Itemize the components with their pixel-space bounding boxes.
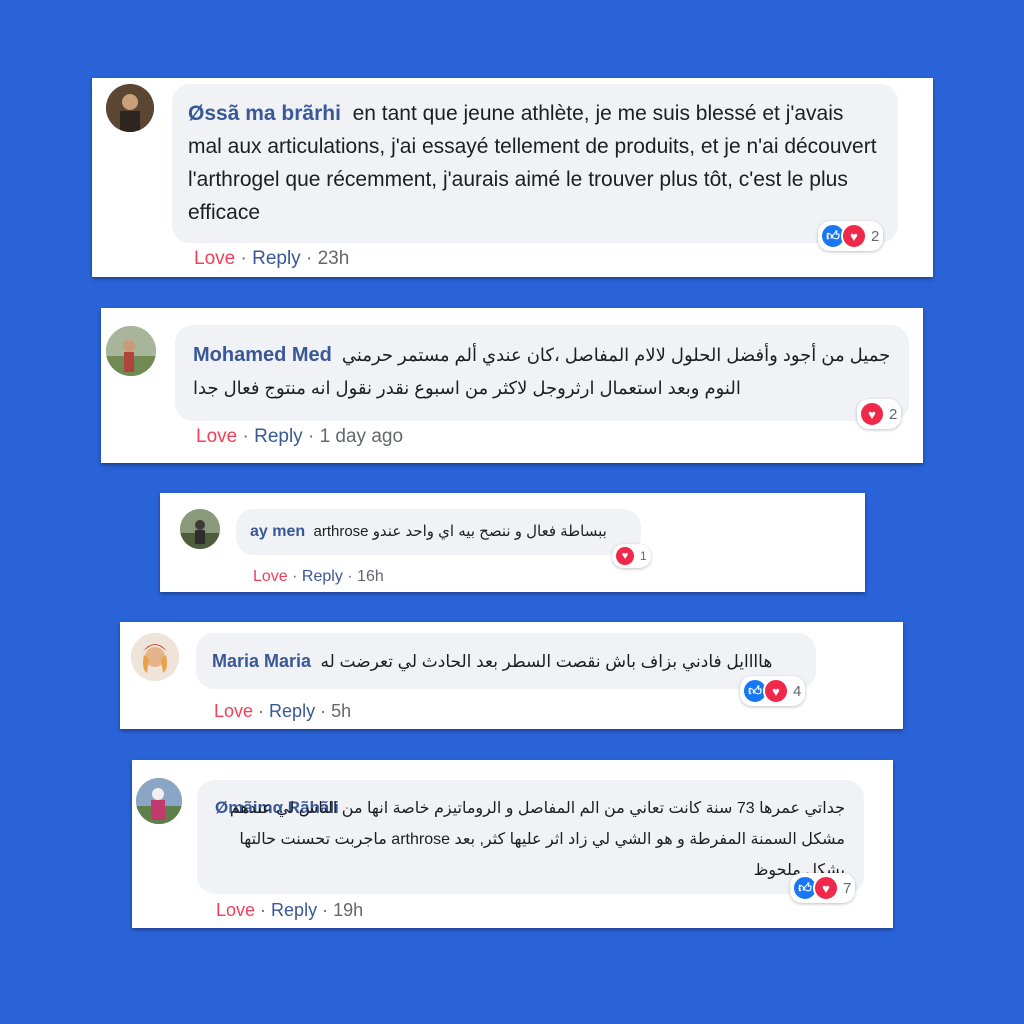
- comment-author[interactable]: Øssã ma brãrhi: [188, 102, 341, 125]
- heart-icon: ♥: [763, 678, 789, 704]
- comment-card-1: Øssã ma brãrhi en tant que jeune athlète…: [92, 78, 933, 277]
- comment-card-2: Mohamed Med جميل من أجود وأفضل الحلول لا…: [101, 308, 923, 463]
- comment-author[interactable]: Maria Maria: [212, 651, 311, 671]
- reaction-summary[interactable]: ♥ 2: [857, 399, 902, 429]
- love-link[interactable]: Love: [194, 248, 235, 269]
- reaction-count: 4: [793, 682, 802, 700]
- reaction-count: 2: [889, 405, 898, 423]
- comment-actions: Love · Reply · 1 day ago: [196, 426, 404, 447]
- comment-actions: Love · Reply · 23h: [194, 248, 350, 269]
- avatar[interactable]: [106, 84, 154, 132]
- love-link[interactable]: Love: [214, 701, 253, 721]
- comment-actions: Love · Reply · 5h: [214, 701, 352, 721]
- avatar[interactable]: [180, 509, 220, 549]
- comment-bubble: Maria Maria هاااايل فادني بزاف باش نقصت …: [196, 633, 816, 689]
- reaction-summary[interactable]: ♥ 1: [612, 544, 651, 568]
- comment-text: جداتي عمرها 73 سنة كانت تعاني من الم الم…: [229, 800, 845, 879]
- comment-author[interactable]: ay men: [250, 523, 305, 540]
- reply-link[interactable]: Reply: [269, 701, 315, 721]
- reply-link[interactable]: Reply: [271, 900, 317, 920]
- reaction-count: 1: [640, 549, 647, 563]
- love-link[interactable]: Love: [216, 900, 255, 920]
- comment-time[interactable]: 1 day ago: [320, 426, 403, 447]
- profile-photo: [136, 778, 182, 824]
- comment-bubble: Øssã ma brãrhi en tant que jeune athlète…: [172, 84, 898, 243]
- comment-card-4: Maria Maria هاااايل فادني بزاف باش نقصت …: [120, 622, 903, 729]
- comment-bubble: Mohamed Med جميل من أجود وأفضل الحلول لا…: [175, 325, 909, 421]
- comment-time[interactable]: 16h: [357, 568, 384, 585]
- heart-icon: ♥: [859, 401, 885, 427]
- comment-author[interactable]: Mohamed Med: [193, 344, 332, 366]
- profile-photo: [106, 326, 156, 376]
- profile-photo: [180, 509, 220, 549]
- profile-photo: [131, 633, 179, 681]
- reply-link[interactable]: Reply: [252, 248, 301, 269]
- comment-text: هاااايل فادني بزاف باش نقصت السطر بعد ال…: [320, 652, 773, 671]
- reaction-count: 2: [871, 227, 880, 245]
- reaction-count: 7: [843, 879, 852, 897]
- love-link[interactable]: Love: [253, 568, 288, 585]
- profile-photo: [106, 84, 154, 132]
- reaction-summary[interactable]: 👍︎ ♥ 2: [818, 221, 884, 251]
- comment-bubble: ay men arthrose ببساطة فعال و ننصح بيه ا…: [236, 509, 641, 555]
- comment-card-5: Ømãimα Rãhãli جداتي عمرها 73 سنة كانت تع…: [132, 760, 893, 928]
- comment-actions: Love · Reply · 19h: [216, 900, 364, 920]
- reply-link[interactable]: Reply: [302, 568, 343, 585]
- avatar[interactable]: [136, 778, 182, 824]
- reaction-summary[interactable]: 👍︎ ♥ 4: [740, 676, 806, 706]
- reply-link[interactable]: Reply: [254, 426, 303, 447]
- heart-icon: ♥: [841, 223, 867, 249]
- heart-icon: ♥: [614, 545, 636, 567]
- comment-actions: Love · Reply · 16h: [253, 568, 384, 585]
- comment-time[interactable]: 5h: [331, 701, 351, 721]
- comment-time[interactable]: 19h: [333, 900, 363, 920]
- love-link[interactable]: Love: [196, 426, 237, 447]
- heart-icon: ♥: [813, 875, 839, 901]
- comment-card-3: ay men arthrose ببساطة فعال و ننصح بيه ا…: [160, 493, 865, 592]
- avatar[interactable]: [131, 633, 179, 681]
- comment-bubble: Ømãimα Rãhãli جداتي عمرها 73 سنة كانت تع…: [197, 780, 864, 894]
- comment-time[interactable]: 23h: [318, 248, 350, 269]
- avatar[interactable]: [106, 326, 156, 376]
- comment-text: arthrose ببساطة فعال و ننصح بيه اي واحد …: [313, 523, 607, 540]
- reaction-summary[interactable]: 👍︎ ♥ 7: [790, 873, 856, 903]
